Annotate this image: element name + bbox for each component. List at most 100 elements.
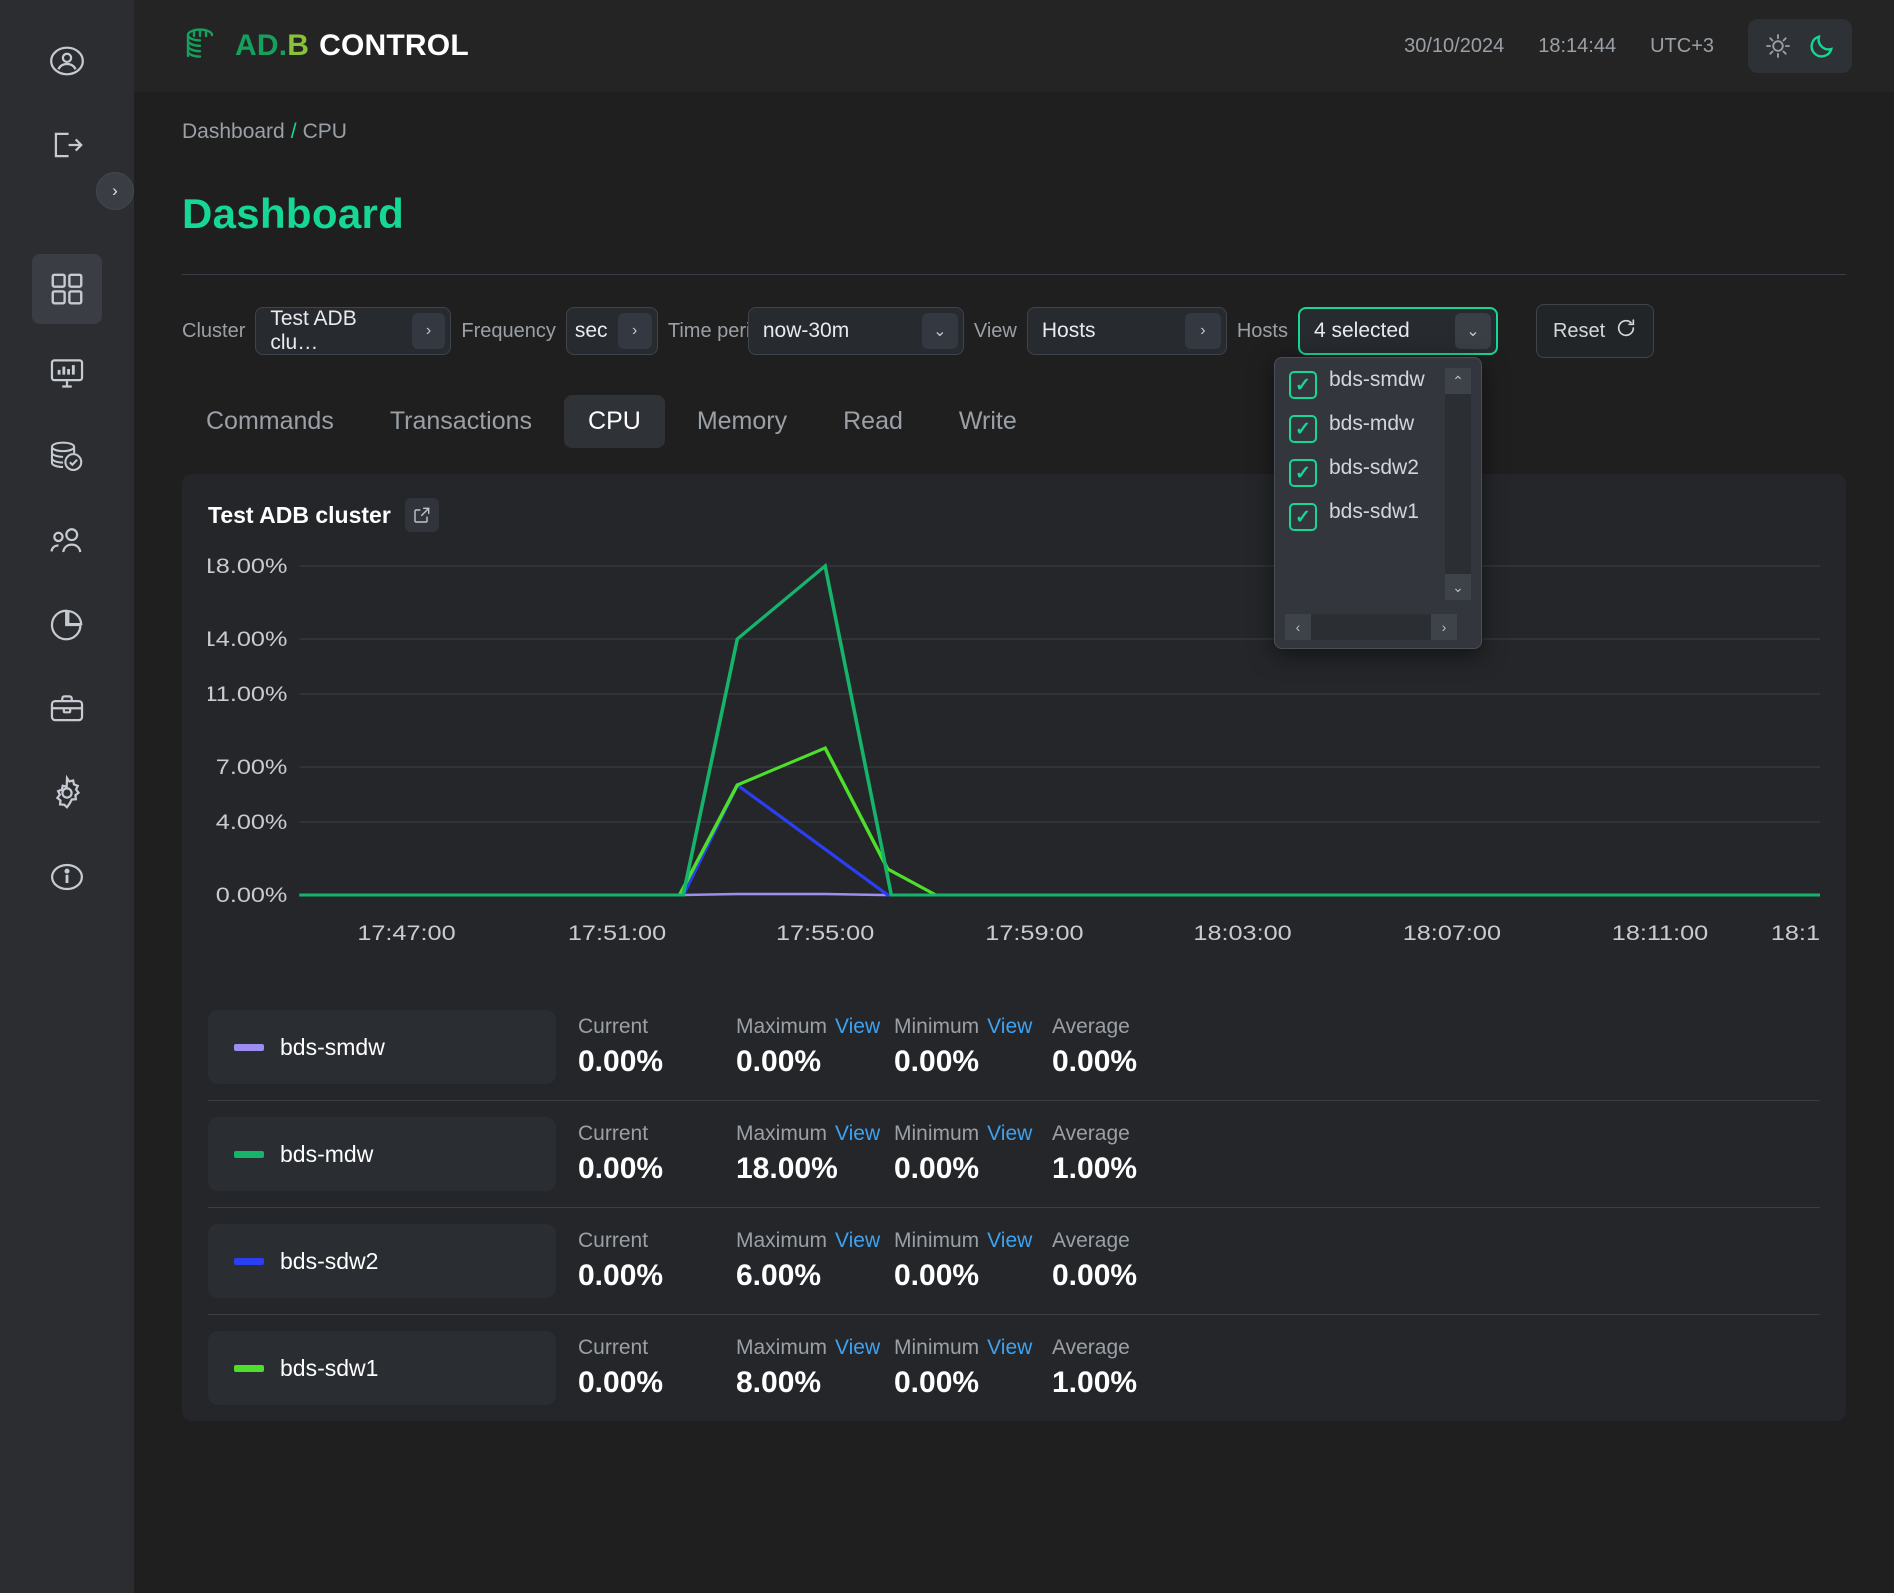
view-select[interactable]: Hosts ›: [1026, 307, 1227, 355]
breadcrumb-dashboard[interactable]: Dashboard: [182, 120, 285, 143]
logo-text-control: CONTROL: [319, 29, 469, 62]
sidebar-item-reports[interactable]: [32, 590, 102, 660]
sidebar-item-settings[interactable]: [32, 758, 102, 828]
view-min-link[interactable]: View: [987, 1122, 1032, 1146]
tab-cpu[interactable]: CPU: [564, 395, 665, 448]
reset-button[interactable]: Reset: [1535, 304, 1655, 358]
stat-maximum: Maximum View 0.00%: [736, 1015, 894, 1079]
database-stack-logo-icon: [182, 25, 230, 67]
hosts-option[interactable]: ✓ bds-smdw: [1289, 368, 1453, 399]
stat-label: Current: [578, 1122, 649, 1145]
view-min-link[interactable]: View: [987, 1229, 1032, 1253]
sidebar-expand-button[interactable]: ›: [96, 172, 134, 210]
sidebar-item-users[interactable]: [32, 506, 102, 576]
stat-value: 1.00%: [1052, 1152, 1138, 1185]
stat-value: 0.00%: [578, 1259, 664, 1292]
dropdown-horizontal-scrollbar[interactable]: ‹ ›: [1285, 614, 1457, 640]
breadcrumb-current: CPU: [302, 120, 347, 143]
stat-current: Current 0.00%: [578, 1122, 736, 1186]
view-max-link[interactable]: View: [835, 1229, 880, 1253]
stat-average: Average 0.00%: [1052, 1229, 1210, 1293]
cluster-select[interactable]: Test ADB clu… ›: [255, 307, 452, 355]
hosts-option[interactable]: ✓ bds-sdw1: [1289, 500, 1453, 531]
svg-text:7.00%: 7.00%: [216, 755, 288, 779]
stat-label: Minimum: [894, 1336, 980, 1359]
header-time: 18:14:44: [1538, 34, 1617, 57]
external-link-icon[interactable]: [404, 498, 439, 532]
scroll-left-icon[interactable]: ‹: [1285, 614, 1311, 640]
svg-text:18:07:00: 18:07:00: [1403, 921, 1501, 945]
header-timezone: UTC+3: [1650, 34, 1714, 57]
legend-name-box[interactable]: bds-sdw2: [208, 1224, 556, 1298]
checkbox-checked-icon[interactable]: ✓: [1289, 503, 1317, 531]
svg-text:18:03:00: 18:03:00: [1193, 921, 1291, 945]
users-group-icon: [48, 522, 86, 560]
tab-read[interactable]: Read: [819, 395, 927, 448]
svg-text:11.00%: 11.00%: [208, 682, 287, 706]
stat-label: Maximum: [736, 1336, 828, 1359]
cpu-line-chart: 18.00% 14.00% 11.00% 7.00% 4.00% 0.00% 1…: [208, 546, 1820, 976]
dropdown-vertical-scrollbar[interactable]: ⌃ ⌄: [1445, 368, 1471, 600]
tab-write[interactable]: Write: [935, 395, 1041, 448]
hosts-option[interactable]: ✓ bds-mdw: [1289, 412, 1453, 443]
sidebar-item-logout[interactable]: [32, 110, 102, 180]
legend-name-box[interactable]: bds-sdw1: [208, 1331, 556, 1405]
stat-current: Current 0.00%: [578, 1229, 736, 1293]
stat-value: 1.00%: [1052, 1366, 1138, 1399]
scroll-down-icon[interactable]: ⌄: [1445, 574, 1471, 600]
svg-text:17:47:00: 17:47:00: [357, 921, 455, 945]
chevron-right-icon: ›: [617, 313, 652, 349]
monitor-chart-icon: [48, 354, 86, 392]
svg-text:17:55:00: 17:55:00: [776, 921, 874, 945]
series-color-swatch: [234, 1043, 264, 1051]
hosts-select[interactable]: 4 selected ⌄: [1297, 307, 1498, 355]
legend-name-box[interactable]: bds-smdw: [208, 1010, 556, 1084]
logo-text-b: B: [287, 29, 310, 62]
hosts-option[interactable]: ✓ bds-sdw2: [1289, 456, 1453, 487]
chart-title: Test ADB cluster: [208, 501, 391, 528]
stat-current: Current 0.00%: [578, 1015, 736, 1079]
time-period-select[interactable]: now-30m ⌄: [747, 307, 964, 355]
view-min-link[interactable]: View: [987, 1336, 1032, 1360]
clock-block: 30/10/2024 18:14:44 UTC+3: [1404, 35, 1714, 58]
sidebar-item-info[interactable]: [32, 842, 102, 912]
tab-commands[interactable]: Commands: [182, 395, 358, 448]
tab-transactions[interactable]: Transactions: [366, 395, 556, 448]
stat-value: 0.00%: [894, 1259, 980, 1292]
sidebar-item-monitoring[interactable]: [32, 338, 102, 408]
tab-memory[interactable]: Memory: [673, 395, 811, 448]
stat-minimum: Minimum View 0.00%: [894, 1229, 1052, 1293]
sidebar-item-databases[interactable]: [32, 422, 102, 492]
svg-text:18.00%: 18.00%: [208, 554, 287, 578]
view-max-link[interactable]: View: [835, 1122, 880, 1146]
checkbox-checked-icon[interactable]: ✓: [1289, 459, 1317, 487]
view-max-link[interactable]: View: [835, 1336, 880, 1360]
legend-name-box[interactable]: bds-mdw: [208, 1117, 556, 1191]
sun-icon[interactable]: [1760, 28, 1796, 64]
view-min-link[interactable]: View: [987, 1015, 1032, 1039]
sidebar-item-jobs[interactable]: [32, 674, 102, 744]
app-logo[interactable]: AD. B CONTROL: [182, 25, 469, 67]
series-line-bds-sdw2: [299, 782, 1820, 897]
series-name: bds-smdw: [280, 1033, 385, 1060]
sidebar-item-dashboard[interactable]: [32, 254, 102, 324]
sidebar-item-profile[interactable]: [32, 26, 102, 96]
frequency-select[interactable]: sec ›: [565, 307, 658, 355]
info-icon: [48, 858, 86, 896]
cluster-select-value: Test ADB clu…: [270, 307, 357, 354]
checkbox-checked-icon[interactable]: ✓: [1289, 371, 1317, 399]
table-row: bds-sdw2 Current 0.00% Maximum View 6.00%…: [208, 1207, 1820, 1314]
hosts-option-label: bds-mdw: [1329, 412, 1415, 435]
hosts-option-label: bds-sdw1: [1329, 500, 1419, 523]
svg-text:17:51:00: 17:51:00: [568, 921, 666, 945]
hosts-option-list: ✓ bds-smdw ✓ bds-mdw ✓ bds-sdw2 ✓ bds-sd…: [1289, 368, 1453, 608]
stat-maximum: Maximum View 6.00%: [736, 1229, 894, 1293]
scroll-up-icon[interactable]: ⌃: [1445, 368, 1471, 394]
checkbox-checked-icon[interactable]: ✓: [1289, 415, 1317, 443]
moon-icon[interactable]: [1804, 28, 1840, 64]
scroll-right-icon[interactable]: ›: [1431, 614, 1457, 640]
hosts-dropdown-panel: ✓ bds-smdw ✓ bds-mdw ✓ bds-sdw2 ✓ bds-sd…: [1274, 357, 1482, 649]
stat-label: Current: [578, 1229, 649, 1252]
stat-value: 0.00%: [894, 1045, 980, 1078]
view-max-link[interactable]: View: [835, 1015, 880, 1039]
